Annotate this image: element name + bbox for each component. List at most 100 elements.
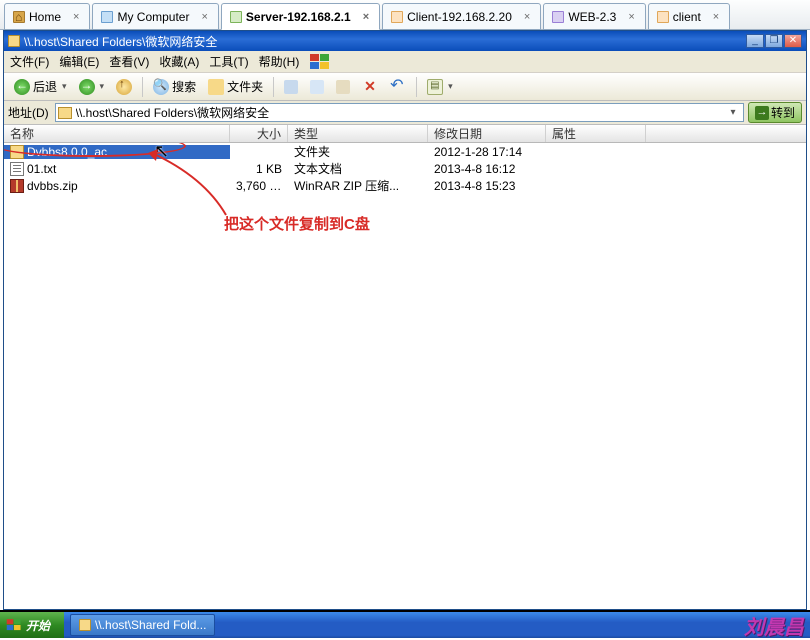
folder-icon — [10, 145, 24, 159]
file-name: Dvbbs8.0.0_ac — [27, 145, 107, 159]
tab-my-computer[interactable]: My Computer × — [92, 3, 218, 30]
file-type: 文本文档 — [288, 160, 428, 177]
separator — [416, 77, 417, 97]
file-row[interactable]: dvbbs.zip 3,760 KB WinRAR ZIP 压缩... 2013… — [4, 177, 806, 194]
window-titlebar[interactable]: \\.host\Shared Folders\微软网络安全 _ ❐ ✕ — [4, 31, 806, 51]
close-button[interactable]: ✕ — [784, 34, 802, 48]
delete-button[interactable] — [356, 77, 384, 97]
address-input[interactable] — [76, 106, 725, 120]
go-label: 转到 — [771, 104, 795, 121]
copy-icon — [336, 80, 350, 94]
column-header-name[interactable]: 名称 — [4, 125, 230, 142]
close-icon[interactable]: × — [522, 11, 532, 23]
tab-home[interactable]: Home × — [4, 3, 90, 30]
file-type: 文件夹 — [288, 143, 428, 160]
tab-label: Home — [29, 10, 61, 24]
annotation-text: 把这个文件复制到C盘 — [224, 213, 370, 234]
toolbar: 后退 ▾ ▾ 搜索 文件夹 ▾ — [4, 73, 806, 101]
computer-icon — [101, 11, 113, 23]
column-header-date[interactable]: 修改日期 — [428, 125, 546, 142]
up-icon — [116, 79, 132, 95]
file-date: 2012-1-28 17:14 — [428, 145, 546, 159]
file-size: 1 KB — [230, 162, 288, 176]
back-button[interactable]: 后退 ▾ — [8, 76, 73, 97]
tab-web[interactable]: WEB-2.3 × — [543, 3, 645, 30]
windows-logo-icon — [309, 53, 331, 71]
zip-file-icon — [10, 179, 24, 193]
folder-icon — [58, 107, 72, 119]
folders-icon — [208, 79, 224, 95]
search-icon — [153, 79, 169, 95]
close-icon[interactable]: × — [199, 11, 209, 23]
file-name: 01.txt — [27, 162, 56, 176]
taskbar-item-label: \\.host\Shared Fold... — [95, 618, 206, 632]
start-label: 开始 — [26, 617, 50, 634]
menu-favorites[interactable]: 收藏(A) — [159, 53, 199, 70]
maximize-button[interactable]: ❐ — [765, 34, 783, 48]
column-header-row: 名称 大小 类型 修改日期 属性 — [4, 125, 806, 143]
nav-history-button[interactable] — [278, 78, 304, 96]
copy-to-button[interactable] — [330, 78, 356, 96]
file-type: WinRAR ZIP 压缩... — [288, 177, 428, 194]
file-row[interactable]: Dvbbs8.0.0_ac 文件夹 2012-1-28 17:14 — [4, 143, 806, 160]
back-label: 后退 — [33, 78, 57, 95]
address-input-wrap[interactable]: ▾ — [55, 103, 744, 122]
undo-button[interactable] — [384, 77, 412, 97]
chevron-down-icon: ▾ — [448, 81, 453, 92]
tab-server[interactable]: Server-192.168.2.1× — [221, 3, 380, 30]
client-icon — [391, 11, 403, 23]
menu-edit[interactable]: 编辑(E) — [59, 53, 99, 70]
column-header-size[interactable]: 大小 — [230, 125, 288, 142]
tab-client2[interactable]: client × — [648, 3, 730, 30]
folder-icon — [79, 619, 91, 631]
client-icon — [657, 11, 669, 23]
menu-help[interactable]: 帮助(H) — [259, 53, 300, 70]
views-button[interactable]: ▾ — [421, 77, 459, 97]
close-icon[interactable]: × — [71, 11, 81, 23]
views-icon — [427, 79, 443, 95]
menu-bar: 文件(F) 编辑(E) 查看(V) 收藏(A) 工具(T) 帮助(H) — [4, 51, 806, 73]
menu-view[interactable]: 查看(V) — [109, 53, 149, 70]
tab-label: WEB-2.3 — [568, 10, 616, 24]
file-name: dvbbs.zip — [27, 179, 78, 193]
search-button[interactable]: 搜索 — [147, 76, 202, 97]
close-icon[interactable]: × — [711, 11, 721, 23]
window-title: \\.host\Shared Folders\微软网络安全 — [24, 33, 217, 50]
chevron-down-icon: ▾ — [62, 81, 67, 92]
folders-button[interactable]: 文件夹 — [202, 76, 269, 97]
file-list[interactable]: Dvbbs8.0.0_ac 文件夹 2012-1-28 17:14 01.txt… — [4, 143, 806, 609]
move-icon — [310, 80, 324, 94]
menu-tools[interactable]: 工具(T) — [209, 53, 248, 70]
history-icon — [284, 80, 298, 94]
go-button[interactable]: →转到 — [748, 102, 802, 123]
file-date: 2013-4-8 15:23 — [428, 179, 546, 193]
home-icon — [13, 11, 25, 23]
text-file-icon — [10, 162, 24, 176]
file-size: 3,760 KB — [230, 179, 288, 193]
move-to-button[interactable] — [304, 78, 330, 96]
taskbar-item[interactable]: \\.host\Shared Fold... — [70, 614, 215, 636]
close-icon[interactable]: × — [626, 11, 636, 23]
go-arrow-icon: → — [755, 106, 769, 120]
file-row[interactable]: 01.txt 1 KB 文本文档 2013-4-8 16:12 — [4, 160, 806, 177]
chevron-down-icon: ▾ — [100, 81, 105, 92]
close-icon[interactable]: × — [361, 11, 371, 23]
up-button[interactable] — [110, 77, 138, 97]
address-dropdown[interactable]: ▾ — [725, 107, 741, 118]
address-bar: 地址(D) ▾ →转到 — [4, 101, 806, 125]
server-icon — [230, 11, 242, 23]
tab-client[interactable]: Client-192.168.2.20× — [382, 3, 541, 30]
start-button[interactable]: 开始 — [0, 612, 64, 638]
web-icon — [552, 11, 564, 23]
forward-button[interactable]: ▾ — [73, 77, 111, 97]
undo-icon — [390, 79, 406, 95]
column-header-type[interactable]: 类型 — [288, 125, 428, 142]
folders-label: 文件夹 — [227, 78, 263, 95]
tab-label: client — [673, 10, 701, 24]
tab-label: My Computer — [117, 10, 189, 24]
column-header-attr[interactable]: 属性 — [546, 125, 646, 142]
minimize-button[interactable]: _ — [746, 34, 764, 48]
signature-watermark: 刘晨昌 — [744, 611, 804, 640]
menu-file[interactable]: 文件(F) — [10, 53, 49, 70]
app-tabs-bar: Home × My Computer × Server-192.168.2.1× C… — [0, 0, 810, 30]
